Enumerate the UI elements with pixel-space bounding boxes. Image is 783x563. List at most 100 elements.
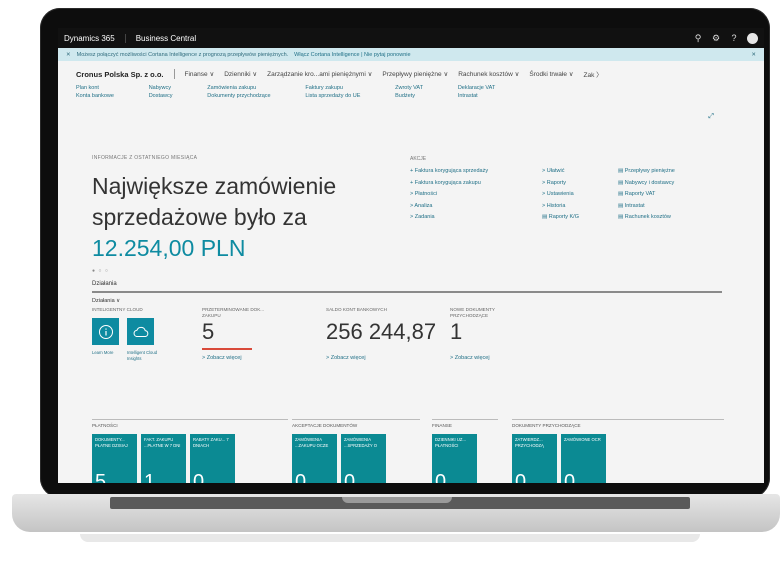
expand-icon[interactable]: ⤢ — [708, 113, 714, 121]
cue-bank-link[interactable]: > Zobacz więcej — [326, 355, 366, 361]
actions-column-1: + Faktura korygująca sprzedaży + Faktura… — [410, 168, 532, 220]
cue-bank-value[interactable]: 256 244,87 — [326, 321, 436, 343]
company-name[interactable]: Cronus Polska Sp. z o.o. — [76, 70, 164, 79]
action-item[interactable]: ▤ Nabywcy i dostawcy — [618, 180, 728, 186]
learn-more-link[interactable]: Learn More — [92, 350, 124, 356]
cue-overdue-label: PRZETERMINOWANE DOK... ZAKUPU — [202, 307, 265, 318]
menu-zarzadzanie[interactable]: Zarządzanie kro...ami pieniężnymi ∨ — [267, 70, 372, 78]
action-item[interactable]: ▤ Raporty VAT — [618, 191, 728, 197]
link-lista-sprzedazy-ue[interactable]: Lista sprzedaży do UE — [305, 93, 381, 99]
help-icon[interactable]: ? — [725, 33, 743, 43]
action-item[interactable]: > Ułatwić — [542, 168, 608, 174]
gear-icon[interactable]: ⚙ — [707, 33, 725, 44]
link-zwroty-vat[interactable]: Zwroty VAT — [395, 85, 444, 91]
menu-finanse[interactable]: Finanse ∨ — [185, 70, 215, 78]
group-divider — [292, 419, 420, 420]
group-title-platnosci: PŁATNOŚCI — [92, 423, 118, 428]
menu-przeplywy[interactable]: Przepływy pieniężne ∨ — [382, 70, 448, 78]
cue-tile-label: DOKUMENTY... PŁATNE DZISIAJ — [95, 437, 128, 448]
headline-line1: Największe zamówienie — [92, 173, 337, 199]
dismiss-icon[interactable]: ✕ — [751, 52, 756, 58]
headline-pager[interactable]: ● ○ ○ — [92, 268, 422, 274]
cue-bank-label: SALDO KONT BANKOWYCH — [326, 307, 387, 312]
action-item[interactable]: ▤ Raporty K/G — [542, 214, 608, 220]
link-deklaracje-vat[interactable]: Deklaracje VAT — [458, 85, 516, 91]
cue-tile-label: RABATY ZAKU... 7 DNIACH — [193, 437, 229, 448]
laptop-notch — [342, 497, 452, 503]
action-item[interactable]: + Faktura korygująca sprzedaży — [410, 168, 532, 174]
cue-tile-value: 0 — [193, 471, 205, 483]
action-item[interactable]: > Ustawienia — [542, 191, 608, 197]
menu-srodki[interactable]: Środki trwałe ∨ — [529, 70, 573, 78]
action-item[interactable]: ▤ Intrastat — [618, 203, 728, 209]
action-item[interactable]: ▤ Rachunek kosztów — [618, 214, 728, 220]
link-dokumenty-przychodzace[interactable]: Dokumenty przychodzące — [207, 93, 291, 99]
cue-tile[interactable]: DOKUMENTY... PŁATNE DZISIAJ 5 — [92, 434, 137, 483]
action-item[interactable]: ▤ Przepływy pieniężne — [618, 168, 728, 174]
lightbulb-icon[interactable]: ⚲ — [689, 33, 707, 44]
link-intrastat[interactable]: Intrastat — [458, 93, 516, 99]
cue-row: INTELIGENTNY CLOUD Learn More Intelligen… — [92, 304, 722, 396]
link-zamowienia-zakupu[interactable]: Zamówienia zakupu — [207, 85, 291, 91]
screen: Dynamics 365 Business Central ⚲ ⚙ ? ✕ Mo… — [58, 28, 764, 483]
cue-tile[interactable]: DZIENNIKI UZ... PŁATNOŚCI 0 — [432, 434, 477, 483]
menu-zak[interactable]: Zak 〉 — [584, 69, 603, 79]
action-item[interactable]: + Faktura korygująca zakupu — [410, 180, 532, 186]
headline-amount[interactable]: 12.254,00 PLN — [92, 233, 422, 264]
notification-link[interactable]: Włącz Cortana Intelligence | Nie pytaj p… — [294, 52, 410, 58]
top-navigation: Dynamics 365 Business Central ⚲ ⚙ ? — [58, 28, 764, 48]
cue-tile-value: 0 — [564, 471, 576, 483]
activities-section: Działania Działania ∨ INTELIGENTNY CLOUD… — [92, 281, 722, 396]
cue-tile-label: ZAMÓWIONE OCR — [564, 437, 601, 442]
brand-link[interactable]: Dynamics 365 — [64, 33, 126, 43]
cue-tile-value: 0 — [344, 471, 356, 483]
cloud-tile[interactable] — [127, 318, 154, 345]
cue-tile-label: DZIENNIKI UZ... PŁATNOŚCI — [435, 437, 466, 448]
cue-tile-value: 0 — [515, 471, 527, 483]
cloud-icon — [133, 326, 148, 337]
action-item[interactable]: > Płatności — [410, 191, 532, 197]
action-item[interactable]: > Historia — [542, 203, 608, 209]
cue-overdue-link[interactable]: > Zobacz więcej — [202, 355, 242, 361]
cue-incoming-value[interactable]: 1 — [450, 321, 462, 343]
action-item[interactable]: > Analiza — [410, 203, 532, 209]
menu-rachunek[interactable]: Rachunek kosztów ∨ — [458, 70, 519, 78]
link-budzety[interactable]: Budżety — [395, 93, 444, 99]
link-konta-bankowe[interactable]: Konta bankowe — [76, 93, 135, 99]
cue-tile[interactable]: ZAMÓWIENIA ...ZAKUPU OCZE 0 — [292, 434, 337, 483]
group-divider — [92, 419, 288, 420]
link-nabywcy[interactable]: Nabywcy — [149, 85, 194, 91]
cue-tile[interactable]: ZAMÓWIONE OCR 0 — [561, 434, 606, 483]
cue-tile-label: FAKT. ZAKUPU ...PŁATNE W 7 DNI — [144, 437, 181, 448]
info-icon — [98, 324, 113, 339]
cue-tile-value: 0 — [435, 471, 447, 483]
actions-title: AKCJE — [410, 156, 427, 162]
user-avatar[interactable] — [747, 32, 758, 44]
divider — [173, 69, 175, 79]
menu-dzienniki[interactable]: Dzienniki ∨ — [224, 70, 257, 78]
cue-incoming-label: NOWE DOKUMENTY PRZYCHODZĄCE — [450, 307, 495, 318]
group-divider — [432, 419, 498, 420]
cue-tile[interactable]: FAKT. ZAKUPU ...PŁATNE W 7 DNI 1 — [141, 434, 186, 483]
headline-line2: sprzedażowe było za — [92, 204, 307, 230]
cue-incoming-link[interactable]: > Zobacz więcej — [450, 355, 490, 361]
activities-title: Działania — [92, 281, 117, 287]
cue-tile-value: 5 — [95, 471, 107, 483]
company-bar: Cronus Polska Sp. z o.o. Finanse ∨ Dzien… — [58, 61, 764, 81]
quick-links: Plan kont Nabywcy Zamówienia zakupu Fakt… — [58, 81, 534, 99]
close-icon[interactable]: ✕ — [66, 52, 71, 58]
app-name[interactable]: Business Central — [136, 34, 196, 43]
cue-tile[interactable]: ZAMÓWIENIA ...SPRZEDAŻY O 0 — [341, 434, 386, 483]
cue-tile[interactable]: ZATWIERDZ... PRZYCHODZĄ 0 — [512, 434, 557, 483]
group-title-dokumenty: DOKUMENTY PRZYCHODZĄCE — [512, 423, 581, 428]
link-dostawcy[interactable]: Dostawcy — [149, 93, 194, 99]
intelligent-cloud-insights-link[interactable]: Intelligent Cloud Insights — [127, 350, 159, 361]
headline-label: INFORMACJE Z OSTATNIEGO MIESIĄCA — [92, 155, 198, 161]
link-plan-kont[interactable]: Plan kont — [76, 85, 135, 91]
action-item[interactable]: > Raporty — [542, 180, 608, 186]
cue-tile[interactable]: RABATY ZAKU... 7 DNIACH 0 — [190, 434, 235, 483]
action-item[interactable]: > Zadania — [410, 214, 532, 220]
info-tile[interactable] — [92, 318, 119, 345]
link-faktury-zakupu[interactable]: Faktury zakupu — [305, 85, 381, 91]
cue-overdue-value[interactable]: 5 — [202, 321, 214, 343]
